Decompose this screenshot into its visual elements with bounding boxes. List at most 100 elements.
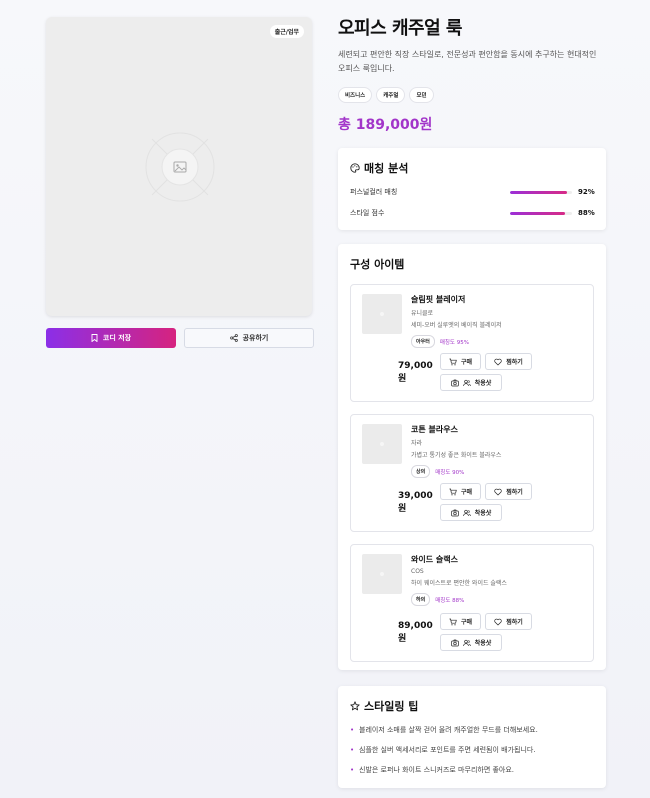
item-brand: COS [411, 568, 424, 575]
category-badge: 상의 [411, 465, 431, 478]
outfit-item-card[interactable]: 와이드 슬랙스 COS 하이 웨이스트로 편안한 와이드 슬랙스 하의 매칭도 … [350, 544, 594, 662]
action-buttons: 코디 저장 공유하기 [46, 328, 314, 348]
item-thumbnail[interactable] [362, 294, 402, 334]
camera-icon [450, 509, 459, 516]
metric-value: 92% [578, 188, 595, 196]
outfit-item-card[interactable]: 슬림핏 블레이저 유니클로 세미-오버 실루엣의 베이직 블레이저 아우터 매칭… [350, 284, 594, 402]
metric-bar-fill [510, 190, 568, 194]
metric-label: 스타일 점수 [350, 209, 385, 217]
tip-item: 블레이저 소매를 살짝 걷어 올려 캐주얼한 무드를 더해보세요. [350, 725, 594, 736]
share-icon [229, 334, 238, 342]
style-tag: 모던 [409, 87, 434, 103]
item-info: 슬림핏 블레이저 유니클로 세미-오버 실루엣의 베이직 블레이저 아우터 매칭… [411, 294, 583, 348]
item-thumbnail[interactable] [362, 424, 402, 464]
item-description: 하이 웨이스트로 편안한 와이드 슬랙스 [411, 580, 507, 587]
metric-bar [510, 190, 572, 194]
item-info: 와이드 슬랙스 COS 하이 웨이스트로 편안한 와이드 슬랙스 하의 매칭도 … [411, 554, 583, 606]
buy-button[interactable]: 구매 [440, 353, 481, 370]
item-actions: 구매 찜하기 착용샷 [440, 353, 536, 391]
save-outfit-label: 코디 저장 [102, 334, 132, 342]
wishlist-label: 찜하기 [506, 490, 523, 496]
palette-icon [350, 163, 360, 173]
item-brand: 자라 [411, 440, 423, 447]
match-percentage: 매칭도 90% [435, 469, 465, 476]
item-description: 세미-오버 실루엣의 베이직 블레이저 [411, 322, 502, 329]
item-price: 79,000원 [398, 361, 433, 384]
tip-item: 신발은 로퍼나 화이트 스니커즈로 마무리하면 좋아요. [350, 765, 594, 776]
items-card: 구성 아이템 슬림핏 블레이저 유니클로 세미-오버 실루엣의 베이직 블레이저… [338, 244, 606, 670]
item-name: 슬림핏 블레이저 [411, 295, 466, 304]
users-icon [462, 509, 471, 516]
cart-icon [449, 618, 457, 625]
styling-tips-card: 스타일링 팁 블레이저 소매를 살짝 걷어 올려 캐주얼한 무드를 더해보세요.… [338, 686, 606, 788]
camera-icon [450, 639, 459, 646]
metric-bar [510, 211, 572, 215]
left-column: 출근/업무 코디 저장 공유하기 [46, 17, 314, 348]
item-brand: 유니클로 [411, 310, 434, 317]
image-icon [145, 132, 215, 202]
tips-list: 블레이저 소매를 살짝 걷어 올려 캐주얼한 무드를 더해보세요. 심플한 실버… [350, 725, 594, 776]
save-outfit-button[interactable]: 코디 저장 [46, 328, 176, 348]
style-tag: 캐주얼 [376, 87, 406, 103]
outfit-description: 세련되고 편안한 직장 스타일로, 전문성과 편안함을 동시에 추구하는 현대적… [338, 50, 597, 73]
wishlist-button[interactable]: 찜하기 [485, 613, 532, 630]
camera-icon [450, 379, 459, 386]
item-actions: 구매 찜하기 착용샷 [440, 483, 536, 521]
try-on-label: 착용샷 [474, 511, 492, 517]
match-analysis-card: 매칭 분석 퍼스널컬러 매칭 92% 스타일 점수 88% [338, 148, 606, 230]
item-name: 코튼 블라우스 [411, 425, 458, 434]
match-analysis-heading: 매칭 분석 [364, 162, 409, 175]
metric-label: 퍼스널컬러 매칭 [350, 188, 398, 196]
try-on-button[interactable]: 착용샷 [440, 634, 502, 651]
styling-tips-heading: 스타일링 팁 [364, 700, 419, 713]
item-meta: 아우터 매칭도 95% [411, 335, 583, 348]
wishlist-label: 찜하기 [506, 620, 523, 626]
bookmark-icon [91, 334, 98, 342]
wishlist-button[interactable]: 찜하기 [485, 353, 532, 370]
outfit-item-card[interactable]: 코튼 블라우스 자라 가볍고 통기성 좋은 화이트 블라우스 상의 매칭도 90… [350, 414, 594, 532]
item-list: 슬림핏 블레이저 유니클로 세미-오버 실루엣의 베이직 블레이저 아우터 매칭… [350, 284, 594, 662]
category-badge: 하의 [411, 593, 431, 606]
heart-icon [494, 488, 502, 495]
buy-button[interactable]: 구매 [440, 613, 481, 630]
match-percentage: 매칭도 95% [439, 339, 469, 346]
buy-label: 구매 [460, 490, 473, 496]
item-thumbnail[interactable] [362, 554, 402, 594]
users-icon [462, 379, 471, 386]
wishlist-button[interactable]: 찜하기 [485, 483, 532, 500]
try-on-button[interactable]: 착용샷 [440, 504, 502, 521]
star-icon [350, 701, 360, 711]
item-info: 코튼 블라우스 자라 가볍고 통기성 좋은 화이트 블라우스 상의 매칭도 90… [411, 424, 583, 478]
occasion-badge: 출근/업무 [269, 25, 304, 38]
cart-icon [449, 488, 457, 495]
right-column: 오피스 캐주얼 룩 세련되고 편안한 직장 스타일로, 전문성과 편안함을 동시… [338, 14, 606, 788]
heart-icon [494, 618, 502, 625]
share-button[interactable]: 공유하기 [184, 328, 314, 348]
item-actions: 구매 찜하기 착용샷 [440, 613, 536, 651]
try-on-label: 착용샷 [474, 641, 492, 647]
items-title: 구성 아이템 [350, 258, 405, 271]
category-badge: 아우터 [411, 335, 435, 348]
item-description: 가볍고 통기성 좋은 화이트 블라우스 [411, 452, 502, 459]
match-analysis-title: 매칭 분석 [350, 160, 594, 176]
item-meta: 상의 매칭도 90% [411, 465, 583, 478]
try-on-button[interactable]: 착용샷 [440, 374, 502, 391]
outfit-image[interactable]: 출근/업무 [46, 17, 312, 316]
outfit-title: 오피스 캐주얼 룩 [338, 18, 462, 39]
buy-button[interactable]: 구매 [440, 483, 481, 500]
item-name: 와이드 슬랙스 [411, 555, 458, 564]
metric-value: 88% [578, 209, 595, 217]
wishlist-label: 찜하기 [506, 360, 523, 366]
styling-tips-title: 스타일링 팁 [350, 698, 594, 714]
tip-item: 심플한 실버 액세서리로 포인트를 주면 세련됨이 배가됩니다. [350, 745, 594, 756]
heart-icon [494, 358, 502, 365]
try-on-label: 착용샷 [474, 381, 492, 387]
buy-label: 구매 [460, 360, 473, 366]
style-tag: 비즈니스 [338, 87, 373, 103]
item-price: 89,000원 [398, 621, 433, 644]
total-price: 총 189,000원 [338, 117, 433, 133]
metric-row: 퍼스널컬러 매칭 92% [350, 187, 595, 197]
share-label: 공유하기 [242, 334, 269, 342]
cart-icon [449, 358, 457, 365]
match-percentage: 매칭도 88% [435, 597, 465, 604]
